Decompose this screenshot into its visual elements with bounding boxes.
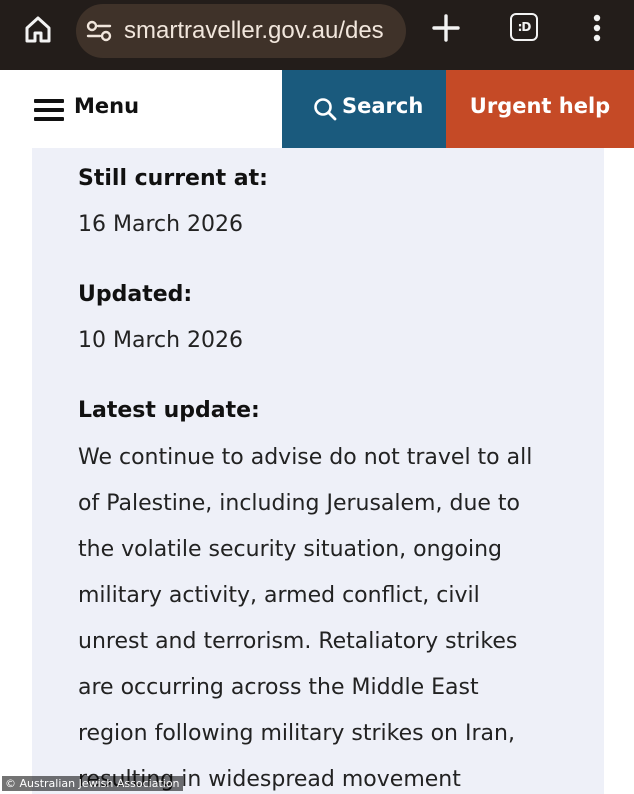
update-line: of Palestine, including Jerusalem, due t… (78, 491, 520, 516)
update-line: We continue to advise do not travel to a… (78, 445, 533, 470)
site-header: Menu Search Urgent help (0, 70, 634, 148)
new-tab-icon[interactable] (428, 10, 464, 46)
update-line: military activity, armed conflict, civil (78, 583, 480, 608)
address-bar[interactable]: smartraveller.gov.au/des (76, 4, 406, 58)
menu-button[interactable]: Menu (0, 70, 282, 148)
search-button[interactable]: Search (282, 70, 446, 148)
browser-toolbar: smartraveller.gov.au/des :D (0, 0, 634, 70)
updated-date: 10 March 2026 (78, 328, 244, 353)
menu-label: Menu (74, 94, 140, 118)
still-current-date: 16 March 2026 (78, 212, 244, 237)
urgent-help-button[interactable]: Urgent help (446, 70, 634, 148)
latest-update-label: Latest update: (78, 398, 260, 423)
update-line: the volatile security situation, ongoing (78, 537, 502, 562)
more-options-icon[interactable] (584, 10, 610, 46)
tab-switcher-button[interactable]: :D (510, 13, 538, 41)
home-icon (25, 16, 51, 43)
hamburger-icon (34, 99, 64, 121)
travel-advice-summary-card: Still current at: 16 March 2026 Updated:… (32, 148, 604, 794)
search-label: Search (342, 94, 424, 118)
home-button[interactable] (16, 12, 60, 46)
update-line: unrest and terrorism. Retaliatory strike… (78, 629, 518, 654)
updated-label: Updated: (78, 282, 193, 307)
latest-update-text: We continue to advise do not travel to a… (78, 438, 598, 794)
still-current-label: Still current at: (78, 166, 268, 191)
search-icon (314, 98, 337, 121)
update-line: are occurring across the Middle East (78, 675, 479, 700)
urgent-help-label: Urgent help (469, 94, 611, 118)
update-line: region following military strikes on Ira… (78, 721, 515, 746)
image-credit-watermark: © Australian Jewish Association (2, 776, 183, 791)
url-text[interactable]: smartraveller.gov.au/des (124, 17, 406, 45)
site-settings-icon[interactable] (86, 19, 112, 43)
